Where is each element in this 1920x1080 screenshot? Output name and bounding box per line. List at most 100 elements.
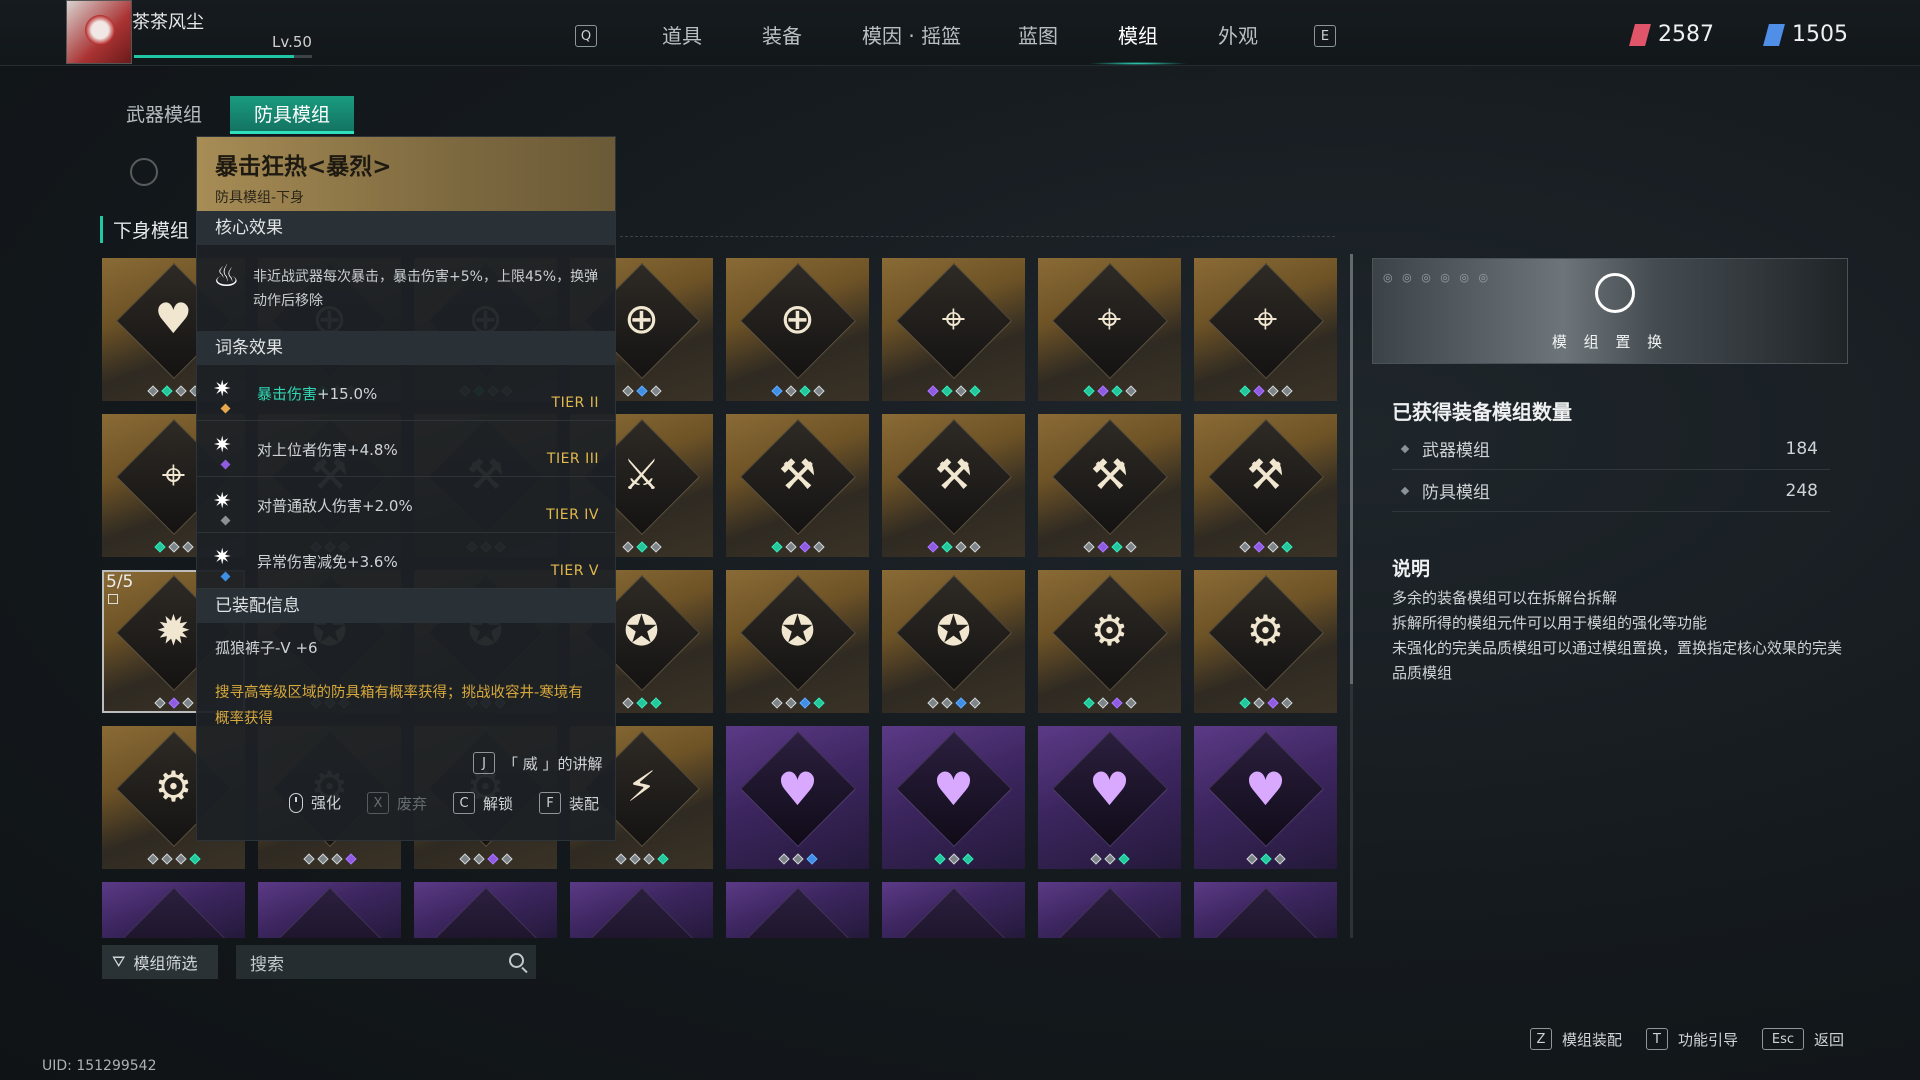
affix-text: 对普通敌人伤害+2.0% [257, 495, 413, 516]
equip-key: F [539, 792, 561, 814]
back-hotkey[interactable]: Esc 返回 [1762, 1028, 1844, 1050]
equip-info-header: 已装配信息 [197, 589, 615, 623]
player-avatar[interactable] [66, 0, 132, 64]
mod-card-frame [116, 887, 232, 938]
mod-card[interactable]: ⚒ [726, 414, 869, 557]
lore-label: 「 威 」的讲解 [503, 754, 603, 773]
affix-row: ✷ 异常伤害减免+3.6% TIER V [197, 533, 615, 589]
quality-dot [1280, 541, 1293, 553]
star-boot-icon: ✪ [935, 606, 972, 655]
scrollbar-thumb[interactable] [1350, 254, 1353, 684]
quality-dot [1110, 385, 1123, 397]
affix-icon: ✷ [213, 377, 232, 402]
mod-card[interactable]: ⌖ [1194, 258, 1337, 401]
mod-card[interactable]: ⊕ [726, 258, 869, 401]
quality-dot [642, 853, 655, 865]
mod-card-frame [272, 887, 388, 938]
mod-loadout-label: 模组装配 [1562, 1030, 1623, 1049]
mod-quality-dots [1038, 697, 1181, 709]
weapon-mod-count-label: 武器模组 [1422, 441, 1490, 461]
mod-card[interactable]: ♥ [1194, 726, 1337, 869]
tab-armor-mods[interactable]: 防具模组 [230, 96, 355, 134]
guide-hotkey[interactable]: T 功能引导 [1646, 1028, 1738, 1050]
hammer-icon: ⚒ [1246, 450, 1285, 499]
mod-card-frame [740, 887, 856, 938]
mod-card[interactable]: ⚙ [1038, 570, 1181, 713]
mod-quality-dots [882, 385, 1025, 397]
quality-dot [649, 385, 662, 397]
quality-dot [968, 697, 981, 709]
nav-tab-items[interactable]: 道具 [662, 20, 702, 49]
quality-dot [344, 853, 357, 865]
weapon-mod-count-value: 184 [1785, 438, 1818, 459]
mod-card[interactable]: ♥ [726, 726, 869, 869]
quality-dot [798, 385, 811, 397]
mod-quality-dots [726, 697, 869, 709]
description-line: 多余的装备模组可以在拆解台拆解 [1392, 589, 1618, 607]
nav-tab-blueprint[interactable]: 蓝图 [1018, 20, 1058, 49]
equip-action[interactable]: F 装配 [539, 792, 599, 814]
mod-card[interactable] [1038, 882, 1181, 938]
nav-tab-mods[interactable]: 模组 [1118, 20, 1158, 49]
mod-filter-button[interactable]: ⛛ 模组筛选 [102, 945, 218, 979]
search-icon[interactable] [509, 953, 524, 968]
quality-dot [926, 385, 939, 397]
nav-next-key[interactable]: E [1314, 25, 1336, 47]
lock-icon[interactable] [108, 594, 118, 604]
quality-dot [458, 853, 471, 865]
nav-tab-appearance[interactable]: 外观 [1218, 20, 1258, 49]
upgrade-action[interactable]: 强化 [289, 792, 341, 813]
mod-card[interactable] [570, 882, 713, 938]
mod-card[interactable]: ⚒ [1038, 414, 1181, 557]
currency-red: 2587 [1629, 22, 1714, 47]
mod-card[interactable]: ⌖ [882, 258, 1025, 401]
quality-dot [1110, 697, 1123, 709]
helmet-slot-icon[interactable] [130, 158, 158, 186]
mod-card[interactable] [1194, 882, 1337, 938]
mod-card[interactable] [726, 882, 869, 938]
tab-weapon-mods[interactable]: 武器模组 [102, 96, 226, 134]
grid-scrollbar[interactable] [1350, 254, 1353, 938]
mod-card[interactable]: ✪ [726, 570, 869, 713]
mod-exchange-banner[interactable]: ◎ ◎ ◎ ◎ ◎ ◎ 模 组 置 换 [1372, 258, 1848, 364]
nav-prev-key[interactable]: Q [575, 25, 597, 47]
quality-dot [777, 853, 790, 865]
mod-card-frame [584, 887, 700, 938]
mod-card[interactable] [102, 882, 245, 938]
back-label: 返回 [1814, 1030, 1845, 1049]
quality-dot [160, 385, 173, 397]
quality-dot [181, 697, 194, 709]
unlock-action[interactable]: C 解锁 [453, 792, 513, 814]
mod-quality-dots [726, 853, 869, 865]
mod-card[interactable]: ⌖ [1038, 258, 1181, 401]
mod-card[interactable]: ⚙ [1194, 570, 1337, 713]
mod-card[interactable]: ♥ [882, 726, 1025, 869]
mod-card[interactable]: ✪ [882, 570, 1025, 713]
unlock-key: C [453, 792, 475, 814]
affix-tier: TIER IV [546, 507, 599, 523]
mod-card[interactable]: ⚒ [882, 414, 1025, 557]
red-gem-icon [1629, 23, 1651, 46]
mod-loadout-hotkey[interactable]: Z 模组装配 [1530, 1028, 1622, 1050]
upgrade-label: 强化 [311, 794, 342, 812]
discard-action[interactable]: X 废弃 [367, 792, 427, 814]
nav-tab-equipment[interactable]: 装备 [762, 20, 802, 49]
mod-quality-dots [726, 541, 869, 553]
affix-tier: TIER III [546, 451, 599, 467]
mod-card[interactable] [258, 882, 401, 938]
quality-dot [812, 385, 825, 397]
blue-gem-icon [1763, 23, 1785, 46]
mod-card[interactable]: ♥ [1038, 726, 1181, 869]
mod-loadout-key: Z [1530, 1028, 1552, 1050]
nav-tab-meme-cradle[interactable]: 模因 · 摇篮 [862, 20, 961, 49]
mod-exchange-label: 模 组 置 换 [1551, 333, 1669, 351]
lore-action[interactable]: J 「 威 」的讲解 [473, 752, 603, 774]
affix-tier: TIER II [551, 395, 599, 411]
mod-card[interactable]: ⚒ [1194, 414, 1337, 557]
mod-card[interactable] [882, 882, 1025, 938]
mod-card[interactable] [414, 882, 557, 938]
search-input[interactable]: 搜索 [236, 945, 536, 979]
rifle-crosshair-icon: ⌖ [941, 294, 966, 343]
quality-dot [968, 541, 981, 553]
affix-icon: ✷ [213, 545, 232, 570]
